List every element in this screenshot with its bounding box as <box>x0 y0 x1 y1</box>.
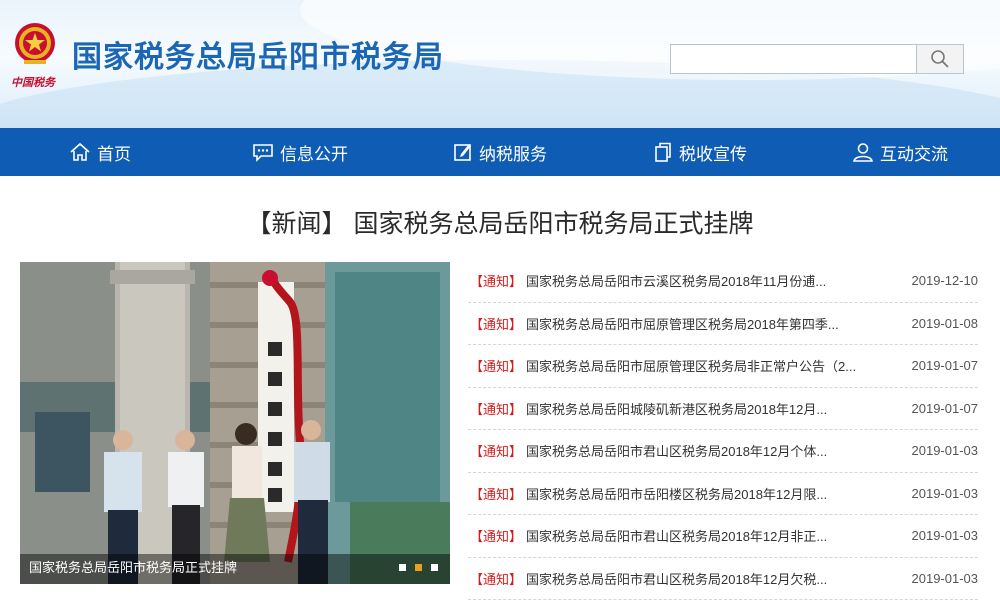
nav-item-home[interactable]: 首页 <box>0 128 200 176</box>
nav-item-label: 纳税服务 <box>479 144 547 164</box>
search-button[interactable] <box>916 44 964 74</box>
list-item[interactable]: 【通知】 国家税务总局岳阳市君山区税务局2018年12月非正... 2019-0… <box>468 515 978 558</box>
list-item[interactable]: 【通知】 国家税务总局岳阳市屈原管理区税务局2018年第四季... 2019-0… <box>468 303 979 345</box>
chat-icon <box>253 144 273 162</box>
slideshow-photo <box>20 262 450 584</box>
notice-date: 2019-01-07 <box>911 358 979 374</box>
notice-title[interactable]: 国家税务总局岳阳市君山区税务局2018年12月个体... <box>526 441 898 460</box>
nav-item-label: 首页 <box>97 144 131 164</box>
list-item[interactable]: 【通知】 国家税务总局岳阳市屈原管理区税务局非正常户公告（2... 2019-0… <box>468 345 978 388</box>
notice-tag: 【通知】 <box>470 316 523 332</box>
notice-tag: 【通知】 <box>470 571 523 587</box>
notice-date: 2019-01-03 <box>911 443 979 459</box>
site-header: 中国税务 国家税务总局岳阳市税务局 <box>0 0 1000 128</box>
notice-tag: 【通知】 <box>470 359 523 375</box>
search-input[interactable] <box>670 44 916 74</box>
notice-tag: 【通知】 <box>470 486 523 502</box>
list-item[interactable]: 【通知】 国家税务总局岳阳市云溪区税务局2018年11月份逋... 2019-1… <box>468 260 978 303</box>
notice-date: 2019-01-03 <box>911 570 979 586</box>
list-item[interactable]: 【通知】 国家税务总局岳阳市君山区税务局2018年12月欠税... 2019-0… <box>468 558 979 600</box>
copy-icon <box>655 142 671 162</box>
notice-date: 2019-01-03 <box>911 528 979 544</box>
notice-title[interactable]: 国家税务总局岳阳市云溪区税务局2018年11月份逋... <box>526 271 898 290</box>
notice-date: 2019-01-08 <box>911 315 979 331</box>
notice-tag: 【通知】 <box>470 529 523 545</box>
emblem-caption: 中国税务 <box>11 77 55 89</box>
list-item[interactable]: 【通知】 国家税务总局岳阳市岳阳楼区税务局2018年12月限... 2019-0… <box>468 473 979 515</box>
notice-title[interactable]: 国家税务总局岳阳城陵矶新港区税务局2018年12月... <box>526 399 898 418</box>
notice-tag: 【通知】 <box>470 401 523 417</box>
notice-title[interactable]: 国家税务总局岳阳市屈原管理区税务局非正常户公告（2... <box>526 356 898 375</box>
search-bar <box>670 44 966 76</box>
notice-title[interactable]: 国家税务总局岳阳市君山区税务局2018年12月欠税... <box>526 569 898 588</box>
headline-news-link[interactable]: 【新闻】 国家税务总局岳阳市税务局正式挂牌 <box>0 204 1000 240</box>
search-icon <box>931 50 949 68</box>
notice-date: 2019-01-07 <box>911 400 979 416</box>
slide-indicators <box>399 564 438 571</box>
notice-title[interactable]: 国家税务总局岳阳市岳阳楼区税务局2018年12月限... <box>526 484 898 503</box>
slide-dot-1[interactable] <box>399 564 406 571</box>
notice-date: 2019-01-03 <box>911 485 979 501</box>
nav-item-interaction[interactable]: 互动交流 <box>800 128 1000 176</box>
nav-item-tax-promotion[interactable]: 税收宣传 <box>600 128 800 176</box>
slide-dot-3[interactable] <box>431 564 438 571</box>
nav-item-label: 互动交流 <box>880 144 948 164</box>
slide-dot-2[interactable] <box>415 564 422 571</box>
user-icon <box>853 143 873 162</box>
home-icon <box>70 142 90 161</box>
list-item[interactable]: 【通知】 国家税务总局岳阳市君山区税务局2018年12月个体... 2019-0… <box>468 430 978 473</box>
site-title[interactable]: 国家税务总局岳阳市税务局 <box>72 32 444 76</box>
main-nav: 首页 信息公开 纳税服务 税收宣传 互动交流 <box>0 128 1000 176</box>
notice-date: 2019-12-10 <box>911 273 979 289</box>
nav-item-label: 信息公开 <box>280 144 348 164</box>
list-item[interactable]: 【通知】 国家税务总局岳阳城陵矶新港区税务局2018年12月... 2019-0… <box>468 388 979 430</box>
notice-title[interactable]: 国家税务总局岳阳市屈原管理区税务局2018年第四季... <box>526 314 898 333</box>
notice-tag: 【通知】 <box>470 444 523 460</box>
news-slideshow[interactable]: 国家税务总局岳阳市税务局正式挂牌 <box>20 262 450 584</box>
edit-icon <box>454 144 471 161</box>
nav-item-tax-service[interactable]: 纳税服务 <box>400 128 600 176</box>
nav-item-info-disclosure[interactable]: 信息公开 <box>200 128 400 176</box>
nav-item-label: 税收宣传 <box>679 144 747 164</box>
notice-list: 【通知】 国家税务总局岳阳市云溪区税务局2018年11月份逋... 2019-1… <box>468 260 978 600</box>
notice-tag: 【通知】 <box>470 274 523 290</box>
slide-caption[interactable]: 国家税务总局岳阳市税务局正式挂牌 <box>29 557 237 576</box>
notice-title[interactable]: 国家税务总局岳阳市君山区税务局2018年12月非正... <box>526 526 898 545</box>
